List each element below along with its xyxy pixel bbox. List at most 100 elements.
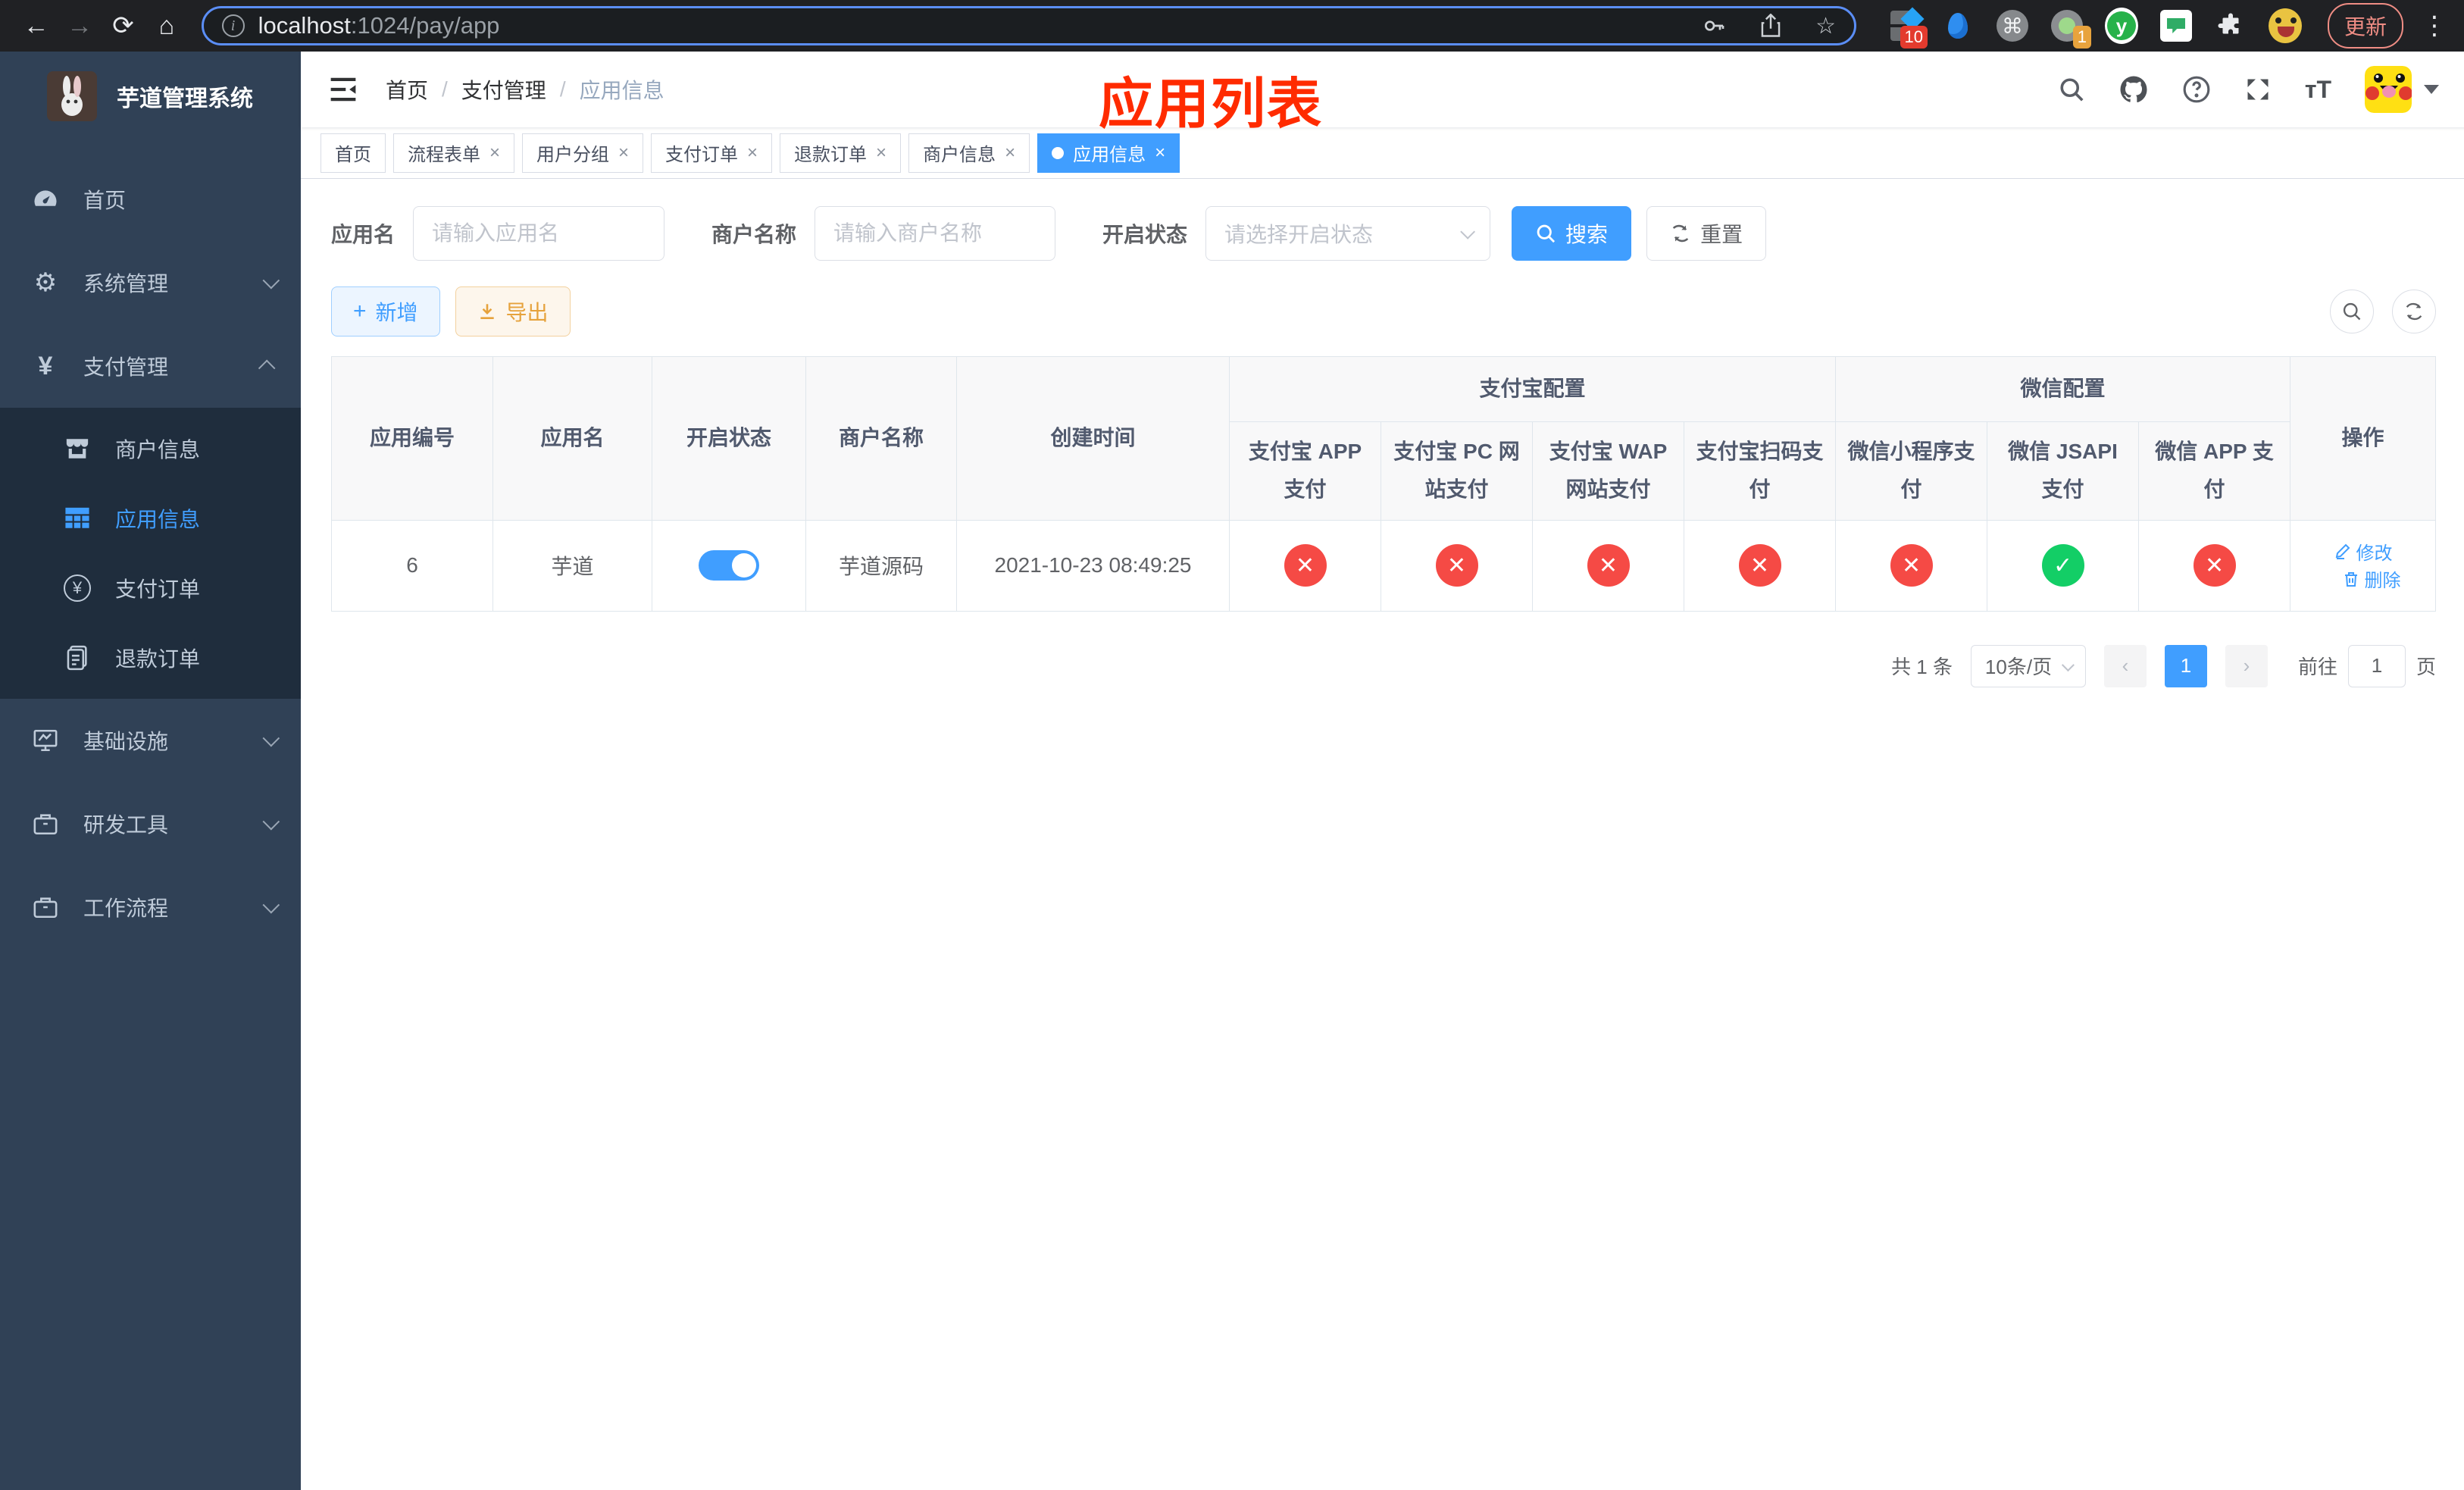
table-row: 6 芋道 芋道源码 2021-10-23 08:49:25 ✕ ✕ ✕ ✕ ✕ … — [331, 519, 2437, 612]
breadcrumb-home[interactable]: 首页 — [386, 74, 428, 105]
help-icon[interactable] — [2182, 75, 2211, 104]
tab-pay-order[interactable]: 支付订单 × — [651, 133, 773, 173]
sidebar-item-pay-order[interactable]: ¥ 支付订单 — [0, 553, 301, 623]
share-icon[interactable] — [1759, 14, 1782, 38]
extensions-puzzle-icon[interactable] — [2214, 9, 2247, 42]
goto-unit: 页 — [2416, 656, 2437, 679]
font-size-icon[interactable]: тT — [2305, 76, 2331, 104]
url-text[interactable]: localhost:1024/pay/app — [258, 12, 500, 39]
fullscreen-icon[interactable] — [2244, 76, 2272, 103]
close-icon[interactable]: × — [876, 142, 886, 164]
chevron-down-icon — [2062, 658, 2075, 671]
tab-app-info-active[interactable]: 应用信息 × — [1037, 133, 1180, 173]
col-header-wx-mini: 微信小程序支付 — [1835, 421, 1988, 521]
close-icon[interactable]: × — [1155, 142, 1165, 164]
update-button[interactable]: 更新 — [2328, 3, 2404, 49]
close-icon[interactable]: × — [618, 142, 629, 164]
toolbox-icon — [29, 812, 62, 836]
sidebar: 芋道管理系统 首页 ⚙ 系统管理 ¥ 支付管理 商户信息 应用信息 ¥ 支付订单… — [0, 52, 301, 1490]
merchant-name-input[interactable] — [815, 206, 1056, 261]
status-disabled-icon: ✕ — [1435, 544, 1478, 587]
collapse-sidebar-icon[interactable] — [328, 76, 358, 103]
sidebar-item-home[interactable]: 首页 — [0, 158, 301, 241]
export-button[interactable]: 导出 — [455, 286, 571, 337]
page-size-select[interactable]: 10条/页 — [1971, 644, 2086, 687]
refresh-button[interactable] — [2392, 290, 2437, 333]
page-content: 应用名 商户名称 开启状态 请选择开启状态 搜索 — [301, 179, 2464, 1490]
chevron-down-icon — [262, 271, 280, 290]
caret-down-icon — [2424, 85, 2440, 94]
status-toggle[interactable] — [699, 550, 759, 581]
sidebar-item-pay[interactable]: ¥ 支付管理 — [0, 324, 301, 408]
breadcrumb-current: 应用信息 — [579, 79, 664, 102]
col-header-alipay-app: 支付宝 APP 支付 — [1229, 421, 1381, 521]
toggle-search-button[interactable] — [2330, 290, 2375, 333]
user-avatar-menu[interactable] — [2365, 66, 2440, 113]
sidebar-item-devtools[interactable]: 研发工具 — [0, 782, 301, 866]
monitor-icon — [29, 728, 62, 753]
status-disabled-icon: ✕ — [1738, 544, 1781, 587]
bookmark-star-icon[interactable]: ☆ — [1815, 13, 1836, 39]
search-button[interactable]: 搜索 — [1512, 206, 1632, 261]
annotation-title: 应用列表 — [1099, 74, 1324, 135]
search-icon[interactable] — [2058, 76, 2085, 103]
cell-app-name: 芋道 — [492, 519, 652, 612]
add-button[interactable]: + 新增 — [331, 286, 440, 337]
extension-command-icon[interactable]: ⌘ — [1996, 9, 2029, 42]
password-key-icon[interactable] — [1702, 14, 1726, 38]
browser-profile-avatar[interactable] — [2269, 8, 2303, 43]
tab-merchant-info[interactable]: 商户信息 × — [908, 133, 1030, 173]
edit-link[interactable]: 修改 — [2334, 538, 2393, 565]
sidebar-item-refund-order[interactable]: 退款订单 — [0, 623, 301, 693]
tags-view-bar: 首页 流程表单 × 用户分组 × 支付订单 × 退款订单 × 商户信息 × 应用信息 × — [301, 127, 2464, 179]
breadcrumb-pay[interactable]: 支付管理 — [461, 74, 546, 105]
search-form: 应用名 商户名称 开启状态 请选择开启状态 搜索 — [331, 206, 2436, 261]
tab-home[interactable]: 首页 — [321, 133, 386, 173]
status-select[interactable]: 请选择开启状态 — [1205, 206, 1491, 261]
close-icon[interactable]: × — [747, 142, 758, 164]
app-name-input[interactable] — [413, 206, 665, 261]
delete-link[interactable]: 删除 — [2342, 565, 2401, 592]
tab-refund-order[interactable]: 退款订单 × — [780, 133, 902, 173]
site-info-icon[interactable]: i — [221, 14, 245, 37]
extension-balloon-icon[interactable] — [1941, 9, 1975, 42]
logo-image — [47, 71, 97, 121]
close-icon[interactable]: × — [1005, 142, 1015, 164]
top-navbar: 首页 / 支付管理 / 应用信息 тT — [301, 52, 2464, 127]
chevron-down-icon — [262, 812, 280, 831]
tab-process-form[interactable]: 流程表单 × — [393, 133, 515, 173]
browser-menu-icon[interactable]: ⋮ — [2422, 11, 2447, 41]
extension-recorder-icon[interactable]: 1 — [2050, 9, 2092, 49]
address-bar[interactable]: i localhost:1024/pay/app ☆ — [201, 6, 1857, 45]
breadcrumb: 首页 / 支付管理 / 应用信息 — [386, 74, 664, 105]
back-icon[interactable]: ← — [17, 6, 55, 45]
dashboard-icon — [29, 187, 62, 211]
home-icon[interactable]: ⌂ — [147, 6, 186, 45]
next-page-button[interactable]: › — [2225, 644, 2268, 687]
goto-page-input[interactable] — [2348, 644, 2406, 687]
extension-chat-icon[interactable] — [2159, 9, 2193, 42]
sidebar-item-system[interactable]: ⚙ 系统管理 — [0, 241, 301, 324]
sidebar-item-workflow[interactable]: 工作流程 — [0, 866, 301, 949]
sidebar-item-merchant-info[interactable]: 商户信息 — [0, 414, 301, 484]
col-header-name: 应用名 — [492, 356, 652, 521]
github-icon[interactable] — [2118, 74, 2149, 105]
tab-user-group[interactable]: 用户分组 × — [522, 133, 644, 173]
prev-page-button[interactable]: ‹ — [2104, 644, 2147, 687]
sidebar-item-app-info[interactable]: 应用信息 — [0, 484, 301, 553]
reload-icon[interactable]: ⟳ — [104, 6, 142, 45]
chevron-up-icon — [258, 359, 276, 377]
close-icon[interactable]: × — [489, 142, 500, 164]
forward-icon[interactable]: → — [60, 6, 98, 45]
grid-icon — [61, 506, 94, 531]
chevron-down-icon — [262, 729, 280, 747]
sidebar-item-infra[interactable]: 基础设施 — [0, 699, 301, 782]
extension-y-icon[interactable] — [2105, 8, 2139, 44]
page-number-current[interactable]: 1 — [2165, 644, 2207, 687]
app-title: 芋道管理系统 — [117, 86, 253, 111]
group-header-alipay: 支付宝配置 — [1228, 356, 1837, 422]
extensions-row: 10 ⌘ 1 — [1887, 8, 2303, 49]
extension-blocks-icon[interactable]: 10 — [1887, 9, 1928, 49]
reset-button[interactable]: 重置 — [1646, 206, 1767, 261]
user-avatar — [2365, 66, 2412, 113]
